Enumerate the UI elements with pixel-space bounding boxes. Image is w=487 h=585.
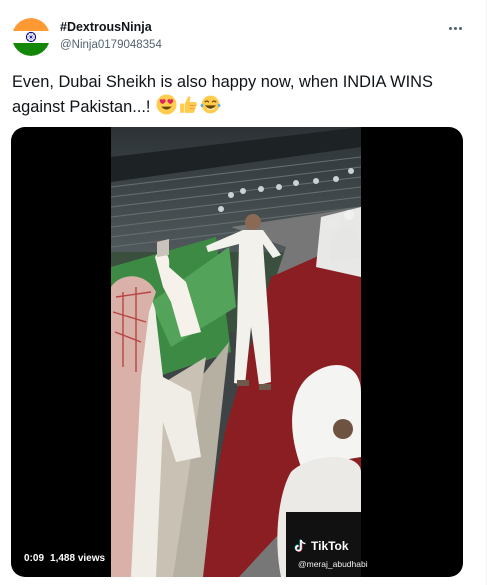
thumbs-up-emoji (178, 94, 199, 115)
more-icon[interactable] (445, 19, 465, 37)
video-views: 1,488 views (50, 553, 106, 564)
tears-of-joy-emoji (200, 94, 221, 115)
video-player[interactable]: 0:09 1,488 views TikTok @meraj_abudhabi (11, 127, 463, 577)
user-names: #DextrousNinja @Ninja0179048354 (60, 19, 162, 53)
stadium-scene-image (111, 127, 361, 577)
video-time: 0:09 (24, 553, 45, 564)
tiktok-brand: TikTok (311, 539, 349, 553)
tiktok-watermark: TikTok (294, 539, 349, 556)
heart-eyes-emoji (156, 94, 177, 115)
video-frame[interactable] (111, 127, 361, 577)
tweet-header: #DextrousNinja @Ninja0179048354 (12, 15, 475, 59)
tweet-body: Even, Dubai Sheikh is also happy now, wh… (12, 73, 433, 116)
user-handle[interactable]: @Ninja0179048354 (60, 37, 162, 53)
tweet-text: Even, Dubai Sheikh is also happy now, wh… (12, 71, 467, 119)
tiktok-logo-icon (294, 539, 308, 556)
tiktok-username: @meraj_abudhabi (298, 559, 368, 569)
display-name[interactable]: #DextrousNinja (60, 19, 162, 35)
video-time-views: 0:09 1,488 views (19, 550, 111, 567)
tweet-card[interactable]: #DextrousNinja @Ninja0179048354 Even, Du… (0, 0, 487, 585)
india-flag-avatar-icon (12, 18, 50, 56)
avatar[interactable] (12, 18, 50, 56)
